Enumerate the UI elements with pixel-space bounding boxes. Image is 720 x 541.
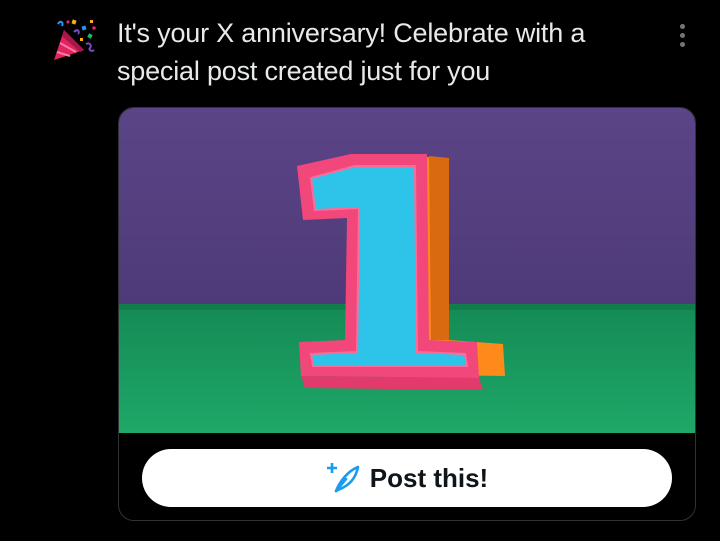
post-this-label: Post this!: [369, 462, 489, 493]
notification-headline: It's your X anniversary! Celebrate with …: [117, 18, 586, 86]
anniversary-notification[interactable]: It's your X anniversary! Celebrate with …: [0, 0, 720, 541]
compose-quill-sparkle-icon: [326, 463, 360, 493]
more-vertical-icon: [679, 23, 685, 29]
more-vertical-icon-dot: [679, 41, 685, 47]
anniversary-card[interactable]: Post this!: [118, 107, 696, 521]
party-popper-icon: [54, 19, 96, 60]
more-vertical-icon-dot: [679, 32, 685, 38]
more-options-button[interactable]: [668, 20, 696, 50]
number-one-papercraft-image: [119, 108, 695, 433]
post-this-button[interactable]: Post this!: [142, 449, 672, 507]
